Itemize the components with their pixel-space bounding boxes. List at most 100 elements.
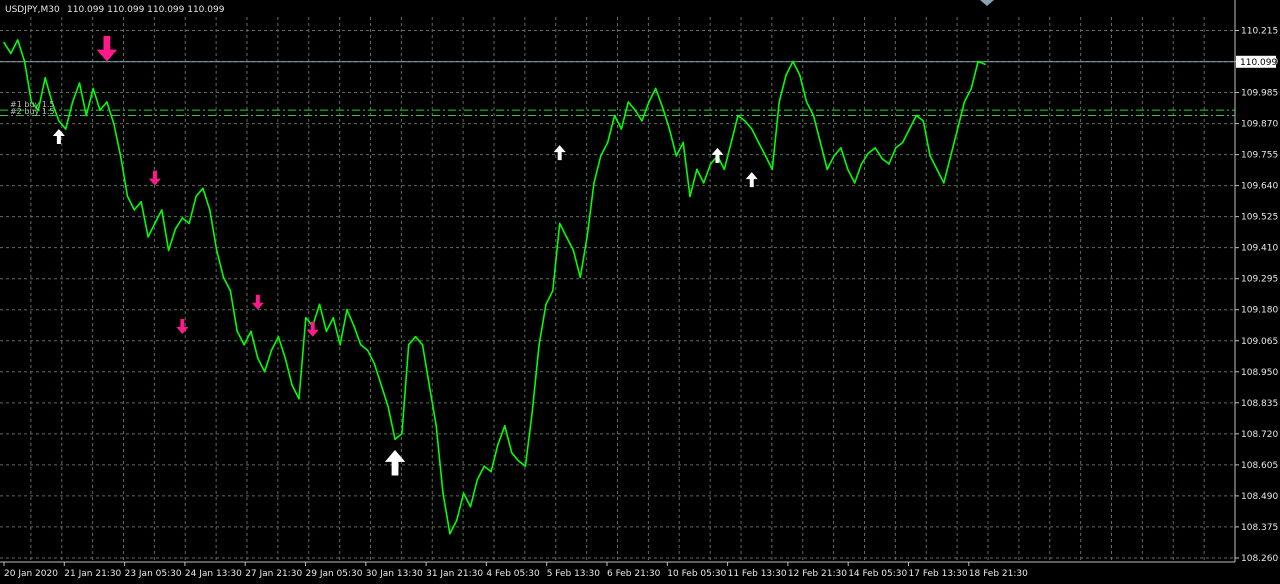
x-tick-label: 24 Jan 13:30 (185, 569, 242, 579)
price-point (257, 357, 259, 360)
y-tick-label: 108.835 (1241, 399, 1278, 409)
price-point (819, 141, 822, 144)
chart-canvas[interactable]: 110.215110.100109.985109.870109.755109.6… (0, 0, 1280, 580)
price-point (675, 155, 678, 157)
price-point (154, 222, 156, 225)
y-tick-label: 109.985 (1241, 89, 1278, 99)
price-point (92, 87, 94, 90)
price-point (380, 384, 383, 387)
price-point (449, 532, 451, 535)
price-point (510, 451, 513, 454)
price-point (263, 371, 266, 373)
x-tick-label: 27 Jan 21:30 (245, 569, 302, 579)
x-tick-label: 21 Jan 21:30 (64, 569, 121, 579)
price-point (442, 492, 444, 495)
price-point (833, 155, 835, 157)
price-point (668, 128, 671, 130)
y-tick-label: 109.640 (1241, 182, 1278, 192)
x-tick-label: 30 Jan 13:30 (366, 569, 423, 579)
x-tick-label: 5 Feb 13:30 (547, 569, 601, 579)
price-point (709, 163, 712, 165)
price-point (298, 398, 300, 400)
price-point (106, 101, 108, 103)
price-point (949, 155, 952, 157)
price-point (805, 101, 808, 103)
price-point (881, 157, 883, 160)
price-point (970, 87, 973, 90)
price-point (188, 222, 190, 225)
price-point (661, 106, 664, 109)
signal-arrows (52, 36, 758, 476)
y-tick-label: 108.260 (1241, 554, 1278, 564)
price-point (620, 128, 623, 130)
price-point (558, 222, 561, 225)
y-tick-label: 109.525 (1241, 213, 1278, 223)
y-tick-label: 109.410 (1241, 244, 1278, 254)
price-point (394, 438, 396, 441)
scroll-marker-icon[interactable] (980, 0, 994, 6)
price-point (140, 201, 142, 203)
chart-grid (0, 17, 1235, 562)
price-point (202, 187, 204, 190)
price-point (744, 120, 746, 122)
price-point (407, 344, 410, 346)
symbol-label: USDJPY,M30 (5, 5, 60, 15)
price-point (860, 163, 863, 165)
price-point (792, 60, 794, 63)
price-point (284, 357, 287, 360)
price-point (634, 109, 636, 111)
price-point (504, 425, 506, 427)
price-point (606, 141, 609, 144)
price-point (840, 147, 842, 149)
price-point (270, 349, 273, 352)
price-point (682, 141, 684, 144)
price-point (654, 87, 657, 90)
price-point (181, 217, 184, 219)
price-point (895, 147, 897, 149)
price-point (359, 344, 362, 346)
price-point (751, 128, 753, 130)
price-point (572, 249, 575, 252)
price-point (414, 335, 417, 338)
price-point (977, 60, 979, 63)
price-point (85, 114, 88, 117)
price-point (874, 147, 876, 149)
price-point (908, 128, 911, 130)
y-tick-label: 110.215 (1241, 26, 1278, 36)
price-point (78, 82, 81, 84)
x-tick-label: 18 Feb 21:30 (969, 569, 1028, 579)
price-point (545, 303, 547, 306)
price-point (113, 122, 115, 125)
x-tick-label: 20 Jan 2020 (4, 569, 58, 579)
price-point (867, 152, 870, 154)
price-point (956, 128, 959, 130)
price-point (696, 168, 698, 171)
price-point (517, 460, 520, 462)
price-point (236, 330, 238, 333)
x-tick-label: 23 Jan 05:30 (125, 569, 182, 579)
sell-signal-arrow-icon (251, 294, 264, 310)
price-point (23, 60, 26, 63)
price-point (764, 155, 767, 157)
price-point (346, 308, 348, 311)
x-tick-label: 4 Feb 05:30 (486, 569, 540, 579)
current-price-label: 110.099 (1240, 58, 1277, 68)
price-point (565, 236, 568, 238)
y-tick-label: 108.950 (1241, 368, 1278, 378)
y-tick-label: 108.375 (1241, 523, 1278, 533)
price-point (161, 209, 163, 211)
price-point (250, 330, 252, 333)
price-point (799, 74, 801, 76)
price-point (648, 101, 650, 103)
price-chart[interactable]: 110.215110.100109.985109.870109.755109.6… (0, 0, 1280, 580)
price-point (222, 276, 225, 279)
price-point (853, 182, 856, 184)
price-point (943, 182, 945, 184)
price-point (490, 470, 492, 473)
level-label-buy-2: #2 buy 1.5 (10, 107, 54, 116)
price-point (702, 182, 705, 184)
x-tick-label: 14 Feb 05:30 (848, 569, 907, 579)
price-point (771, 168, 774, 171)
price-point (627, 101, 630, 103)
price-point (984, 63, 986, 65)
